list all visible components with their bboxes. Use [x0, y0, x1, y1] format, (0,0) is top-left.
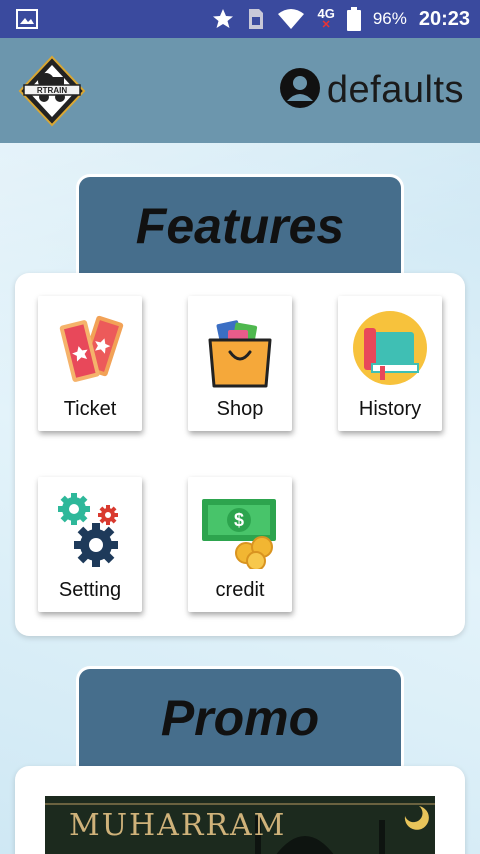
username: defaults — [326, 69, 464, 111]
feature-label: History — [358, 398, 422, 420]
feature-label: Ticket — [63, 398, 117, 420]
wifi-icon — [277, 8, 305, 30]
promo-banner[interactable]: MUHARRAM — [45, 796, 435, 854]
app-header: RTRAIN defaults — [0, 38, 480, 143]
promo-panel: MUHARRAM — [15, 766, 465, 854]
features-header: Features — [76, 174, 404, 274]
feature-label: credit — [215, 579, 265, 601]
feature-history[interactable]: History — [338, 296, 442, 431]
clock: 20:23 — [418, 7, 470, 30]
shopping-bag-icon — [200, 310, 280, 388]
star-icon — [211, 7, 235, 31]
money-icon: $ — [200, 491, 280, 569]
network-indicator: 4G ✕ — [317, 6, 335, 31]
sim-icon — [247, 8, 265, 30]
rtrain-logo[interactable]: RTRAIN — [16, 55, 88, 127]
user-avatar-icon — [279, 67, 321, 114]
feature-label: Setting — [58, 579, 122, 601]
feature-shop[interactable]: Shop — [188, 296, 292, 431]
battery-icon — [346, 7, 361, 31]
feature-credit[interactable]: $ credit — [188, 477, 292, 612]
image-icon — [16, 9, 38, 29]
gears-icon — [50, 491, 130, 569]
feature-ticket[interactable]: Ticket — [38, 296, 142, 431]
battery-percent: 96% — [372, 9, 407, 28]
feature-label: Shop — [216, 398, 264, 420]
feature-setting[interactable]: Setting — [38, 477, 142, 612]
promo-banner-text: MUHARRAM — [69, 808, 287, 843]
features-panel: Ticket Shop History Setting $ credit — [15, 273, 465, 636]
status-bar: 4G ✕ 96% 20:23 — [0, 0, 480, 38]
svg-text:RTRAIN: RTRAIN — [37, 86, 67, 95]
promo-title: Promo — [160, 689, 320, 746]
ticket-icon — [50, 310, 130, 388]
promo-header: Promo — [76, 666, 404, 766]
user-profile[interactable]: defaults — [279, 67, 464, 114]
book-icon — [350, 310, 430, 388]
svg-text:$: $ — [234, 510, 244, 530]
features-title: Features — [135, 197, 345, 254]
